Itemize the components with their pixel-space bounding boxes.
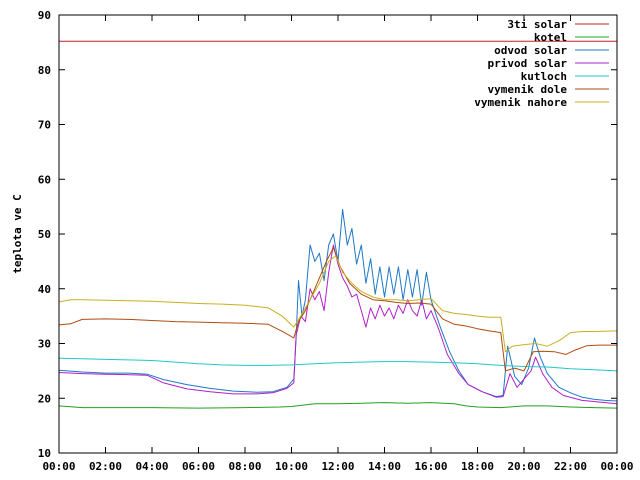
y-tick-label: 90 [38, 9, 51, 22]
x-tick-label: 00:00 [42, 460, 75, 473]
x-tick-label: 02:00 [89, 460, 122, 473]
legend-label: kutloch [521, 70, 567, 83]
x-tick-label: 22:00 [554, 460, 587, 473]
legend-label: vymenik dole [488, 83, 568, 96]
x-tick-label: 08:00 [228, 460, 261, 473]
legend-label: 3ti solar [507, 18, 567, 31]
y-tick-label: 30 [38, 338, 51, 351]
x-tick-label: 20:00 [507, 460, 540, 473]
x-tick-label: 12:00 [321, 460, 354, 473]
y-tick-label: 60 [38, 173, 51, 186]
line-chart: 10 20 30 40 50 60 70 80 90 00:00 02:00 04:00 06:00 08… [0, 0, 640, 480]
legend-label: vymenik nahore [474, 96, 567, 109]
legend-label: kotel [534, 31, 567, 44]
y-tick-label: 70 [38, 119, 51, 132]
legend-label: privod solar [488, 57, 568, 70]
y-tick-label: 20 [38, 392, 51, 405]
y-axis-title: teplota ve C [11, 194, 24, 273]
x-tick-label: 00:00 [600, 460, 633, 473]
y-tick-label: 50 [38, 228, 51, 241]
x-tick-label: 06:00 [182, 460, 215, 473]
y-tick-label: 10 [38, 447, 51, 460]
x-tick-label: 18:00 [461, 460, 494, 473]
x-tick-label: 10:00 [275, 460, 308, 473]
y-tick-label: 80 [38, 64, 51, 77]
x-tick-label: 14:00 [368, 460, 401, 473]
x-tick-label: 04:00 [135, 460, 168, 473]
y-tick-label: 40 [38, 283, 51, 296]
legend-label: odvod solar [494, 44, 567, 57]
x-tick-label: 16:00 [414, 460, 447, 473]
